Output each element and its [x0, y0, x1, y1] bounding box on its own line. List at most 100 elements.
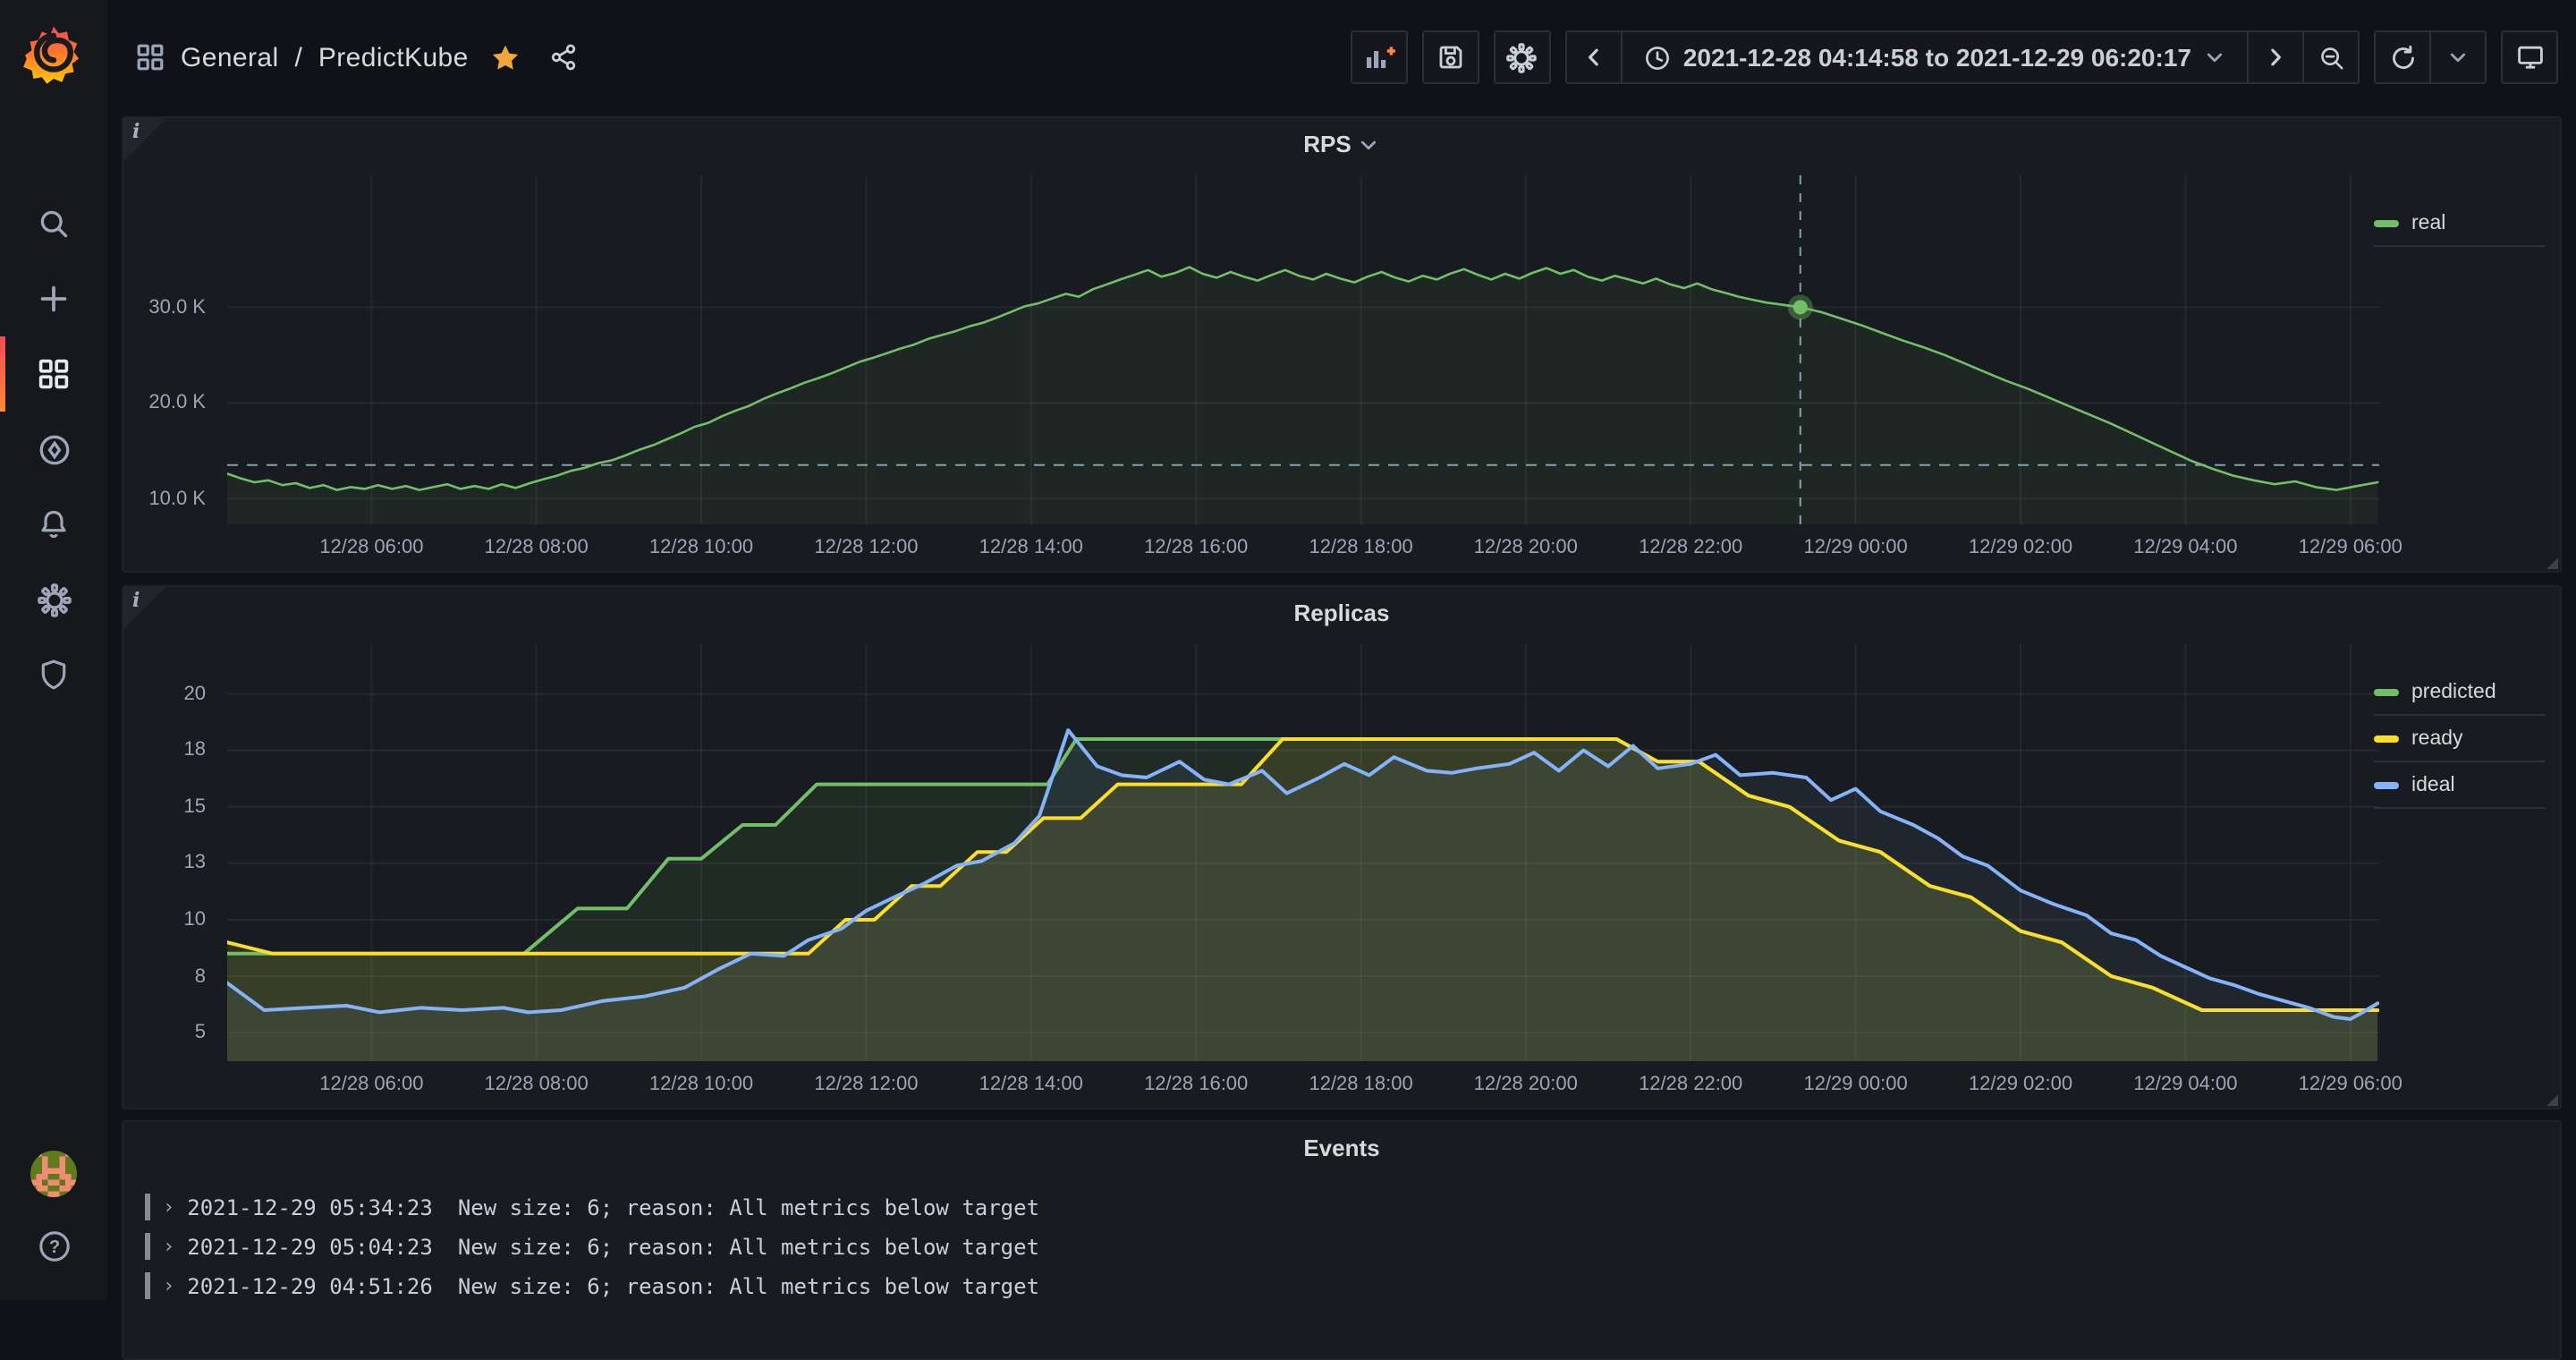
y-tick-label: 20 [184, 684, 207, 705]
time-shift-forward-button[interactable] [2247, 32, 2302, 82]
y-tick-label: 8 [195, 965, 206, 987]
panel-info-icon[interactable]: i [123, 587, 166, 630]
x-tick-label: 12/28 22:00 [1639, 1074, 1742, 1095]
panel-title: Replicas [1294, 599, 1390, 625]
x-tick-label: 12/28 10:00 [649, 537, 753, 558]
svg-text:?: ? [48, 1237, 59, 1256]
x-tick-label: 12/29 02:00 [1969, 537, 2072, 558]
sidebar-item-create[interactable] [0, 261, 107, 336]
x-tick-label: 12/28 10:00 [649, 1074, 753, 1095]
expand-chevron-icon[interactable]: › [163, 1235, 174, 1258]
refresh-interval-dropdown[interactable] [2429, 32, 2485, 82]
event-row-bar [145, 1233, 150, 1260]
legend-item-predicted[interactable]: predicted [2374, 669, 2546, 716]
sidebar-item-explore[interactable] [0, 412, 107, 487]
x-tick-label: 12/29 02:00 [1969, 1074, 2072, 1095]
dashboard-grid-icon [136, 43, 165, 72]
sidebar-item-server-admin[interactable] [0, 637, 107, 712]
legend-label: ideal [2411, 774, 2455, 795]
sidebar-item-configuration[interactable] [0, 562, 107, 637]
event-log-row[interactable]: ›2021-12-29 05:34:23New size: 6; reason:… [145, 1194, 2538, 1220]
sidebar-item-dashboards[interactable] [0, 336, 107, 412]
y-tick-label: 10 [184, 909, 207, 931]
grafana-logo-icon[interactable] [23, 21, 84, 89]
rps-y-axis: 10.0 K 20.0 K 30.0 K [123, 175, 216, 524]
help-icon: ? [37, 1228, 71, 1262]
x-tick-label: 12/29 06:00 [2299, 537, 2402, 558]
event-timestamp: 2021-12-29 05:04:23 [187, 1234, 433, 1259]
chevron-down-icon [2204, 47, 2225, 68]
dashboard-settings-button[interactable] [1494, 30, 1551, 84]
y-tick-label: 20.0 K [148, 392, 206, 413]
legend-item-ready[interactable]: ready [2374, 716, 2546, 762]
rps-chart-plot[interactable] [227, 175, 2379, 524]
y-tick-label: 15 [184, 796, 207, 818]
event-message: New size: 6; reason: All metrics below t… [458, 1273, 1039, 1298]
save-dashboard-button[interactable] [1422, 30, 1479, 84]
replicas-x-axis: 12/28 06:00 12/28 08:00 12/28 10:00 12/28 1… [227, 1068, 2379, 1101]
zoom-out-time-button[interactable] [2302, 32, 2358, 82]
legend-swatch [2374, 219, 2399, 226]
sidebar-item-search[interactable] [0, 186, 107, 261]
plus-icon [38, 283, 70, 315]
y-tick-label: 10.0 K [148, 488, 206, 509]
user-avatar[interactable] [30, 1151, 77, 1197]
breadcrumb-dashboard[interactable]: PredictKube [318, 42, 469, 72]
event-row-bar [145, 1194, 150, 1220]
x-tick-label: 12/28 06:00 [319, 1074, 423, 1095]
dashboards-grid-icon [38, 358, 70, 390]
panel-resize-handle[interactable] [2544, 1092, 2558, 1106]
panel-rps-header[interactable]: RPS [123, 118, 2560, 168]
x-tick-label: 12/28 08:00 [484, 1074, 588, 1095]
legend-swatch [2374, 688, 2399, 695]
legend-item-ideal[interactable]: ideal [2374, 762, 2546, 809]
save-icon [1436, 43, 1465, 72]
breadcrumb[interactable]: General / PredictKube [136, 0, 578, 115]
legend-swatch [2374, 735, 2399, 742]
chevron-right-icon [2263, 45, 2288, 70]
legend-label: predicted [2411, 681, 2496, 702]
panel-info-icon[interactable]: i [123, 118, 166, 161]
sidebar-item-help[interactable]: ? [37, 1222, 71, 1269]
x-tick-label: 12/29 06:00 [2299, 1074, 2402, 1095]
panel-resize-handle[interactable] [2544, 555, 2558, 569]
x-tick-label: 12/28 14:00 [979, 537, 1083, 558]
sidebar-item-alerting[interactable] [0, 487, 107, 562]
expand-chevron-icon[interactable]: › [163, 1274, 174, 1297]
event-row-bar [145, 1272, 150, 1299]
y-tick-label: 18 [184, 740, 207, 761]
x-tick-label: 12/28 18:00 [1309, 537, 1412, 558]
favorite-star-icon[interactable] [490, 42, 521, 72]
x-tick-label: 12/28 20:00 [1474, 1074, 1578, 1095]
refresh-button[interactable] [2376, 32, 2429, 82]
time-range-text: 2021-12-28 04:14:58 to 2021-12-29 06:20:… [1683, 43, 2191, 72]
refresh-controls [2374, 30, 2487, 84]
legend-item-real[interactable]: real [2374, 200, 2546, 247]
replicas-chart-plot[interactable] [227, 644, 2379, 1061]
event-log-row[interactable]: ›2021-12-29 05:04:23New size: 6; reason:… [145, 1233, 2538, 1260]
x-tick-label: 12/28 14:00 [979, 1074, 1083, 1095]
add-panel-button[interactable] [1351, 30, 1408, 84]
legend-swatch [2374, 781, 2399, 788]
x-tick-label: 12/29 04:00 [2133, 1074, 2237, 1095]
replicas-legend: predicted ready ideal [2374, 669, 2546, 809]
rps-legend: real [2374, 200, 2546, 247]
zoom-out-icon [2318, 44, 2344, 71]
panel-events-header[interactable]: Events [123, 1122, 2560, 1172]
chevron-down-icon [2447, 47, 2469, 68]
breadcrumb-section[interactable]: General [181, 42, 279, 72]
x-tick-label: 12/29 00:00 [1803, 1074, 1907, 1095]
panel-replicas-header[interactable]: Replicas [123, 587, 2560, 637]
time-shift-back-button[interactable] [1567, 32, 1621, 82]
legend-label: real [2411, 212, 2445, 234]
time-range-controls: 2021-12-28 04:14:58 to 2021-12-29 06:20:… [1565, 30, 2360, 84]
sidebar: ? [0, 0, 107, 1301]
events-log: ›2021-12-29 05:34:23New size: 6; reason:… [145, 1194, 2538, 1358]
time-range-picker[interactable]: 2021-12-28 04:14:58 to 2021-12-29 06:20:… [1621, 32, 2247, 82]
y-tick-label: 30.0 K [148, 296, 206, 318]
expand-chevron-icon[interactable]: › [163, 1195, 174, 1219]
x-tick-label: 12/28 06:00 [319, 537, 423, 558]
event-log-row[interactable]: ›2021-12-29 04:51:26New size: 6; reason:… [145, 1272, 2538, 1299]
share-icon[interactable] [549, 43, 578, 72]
cycle-view-mode-button[interactable] [2501, 30, 2558, 84]
